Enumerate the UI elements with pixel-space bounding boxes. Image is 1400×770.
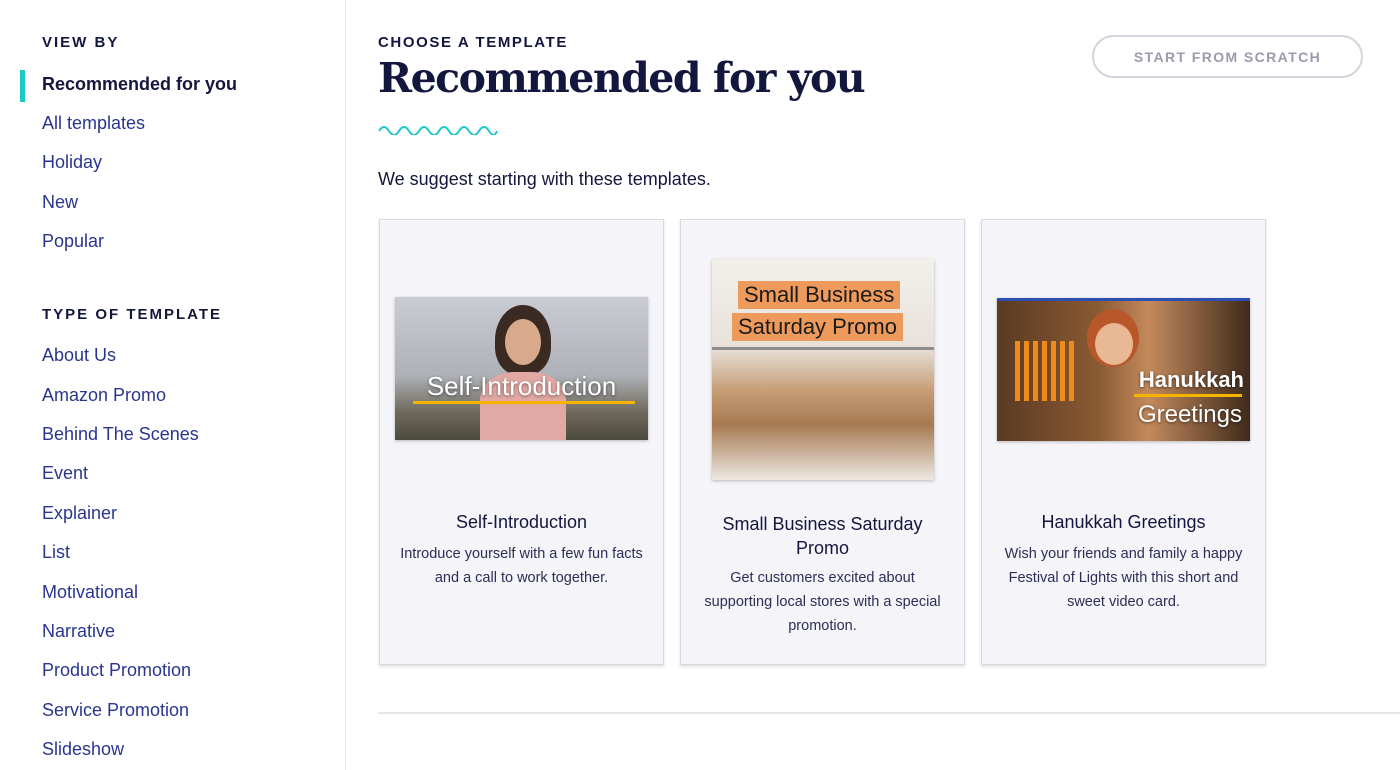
- thumbnail-caption-line-2: Greetings: [1137, 401, 1242, 428]
- nav-recommended[interactable]: Recommended for you: [42, 74, 237, 95]
- nav-amazon-promo[interactable]: Amazon Promo: [42, 385, 166, 406]
- thumbnail-caption: Self-Introduction: [426, 371, 617, 401]
- active-indicator: [20, 70, 25, 102]
- card-title: Hanukkah Greetings: [1041, 512, 1206, 532]
- nav-event[interactable]: Event: [42, 463, 88, 484]
- sidebar: VIEW BY Recommended for you All template…: [0, 0, 346, 770]
- template-card-self-introduction[interactable]: Self-Introduction Self-Introduction Intr…: [379, 219, 664, 665]
- thumbnail-caption-line-2: Saturday Promo: [732, 313, 903, 341]
- thumbnail-hanukkah-greetings: Hanukkah Greetings: [997, 298, 1250, 441]
- card-description: Introduce yourself with a few fun facts …: [400, 546, 643, 586]
- subtitle: We suggest starting with these templates…: [378, 169, 711, 189]
- card-description: Get customers excited about supporting l…: [704, 570, 941, 634]
- nav-about-us[interactable]: About Us: [42, 345, 116, 366]
- nav-product-promotion[interactable]: Product Promotion: [42, 660, 191, 681]
- card-description: Wish your friends and family a happy Fes…: [1004, 546, 1243, 610]
- type-heading: TYPE OF TEMPLATE: [42, 306, 223, 323]
- template-card-small-business-saturday[interactable]: Small Business Saturday Promo Small Busi…: [680, 219, 965, 665]
- start-from-scratch-button[interactable]: START FROM SCRATCH: [1092, 35, 1363, 78]
- nav-narrative[interactable]: Narrative: [42, 621, 115, 642]
- wave-divider-icon: [378, 126, 498, 135]
- thumbnail-caption-line-1: Hanukkah: [1138, 367, 1244, 392]
- thumbnail-small-business-saturday: Small Business Saturday Promo: [712, 259, 934, 480]
- eyebrow: CHOOSE A TEMPLATE: [378, 34, 568, 51]
- nav-explainer[interactable]: Explainer: [42, 503, 117, 524]
- nav-holiday[interactable]: Holiday: [42, 152, 102, 173]
- nav-slideshow[interactable]: Slideshow: [42, 739, 124, 760]
- nav-list[interactable]: List: [42, 542, 70, 563]
- thumbnail-caption-line-1: Small Business: [738, 281, 901, 309]
- card-title: Self-Introduction: [455, 512, 588, 532]
- page-title: Recommended for you: [378, 54, 866, 102]
- nav-all-templates[interactable]: All templates: [42, 113, 145, 134]
- template-card-hanukkah-greetings[interactable]: Hanukkah Greetings Hanukkah Greetings Wi…: [981, 219, 1266, 665]
- nav-service-promotion[interactable]: Service Promotion: [42, 700, 189, 721]
- nav-behind-the-scenes[interactable]: Behind The Scenes: [42, 424, 199, 445]
- view-by-heading: VIEW BY: [42, 34, 120, 51]
- section-divider: [378, 712, 1400, 714]
- nav-motivational[interactable]: Motivational: [42, 582, 138, 603]
- thumbnail-self-introduction: Self-Introduction: [395, 297, 648, 440]
- card-title: Small Business Saturday Promo: [722, 514, 923, 558]
- nav-new[interactable]: New: [42, 192, 78, 213]
- nav-popular[interactable]: Popular: [42, 231, 104, 252]
